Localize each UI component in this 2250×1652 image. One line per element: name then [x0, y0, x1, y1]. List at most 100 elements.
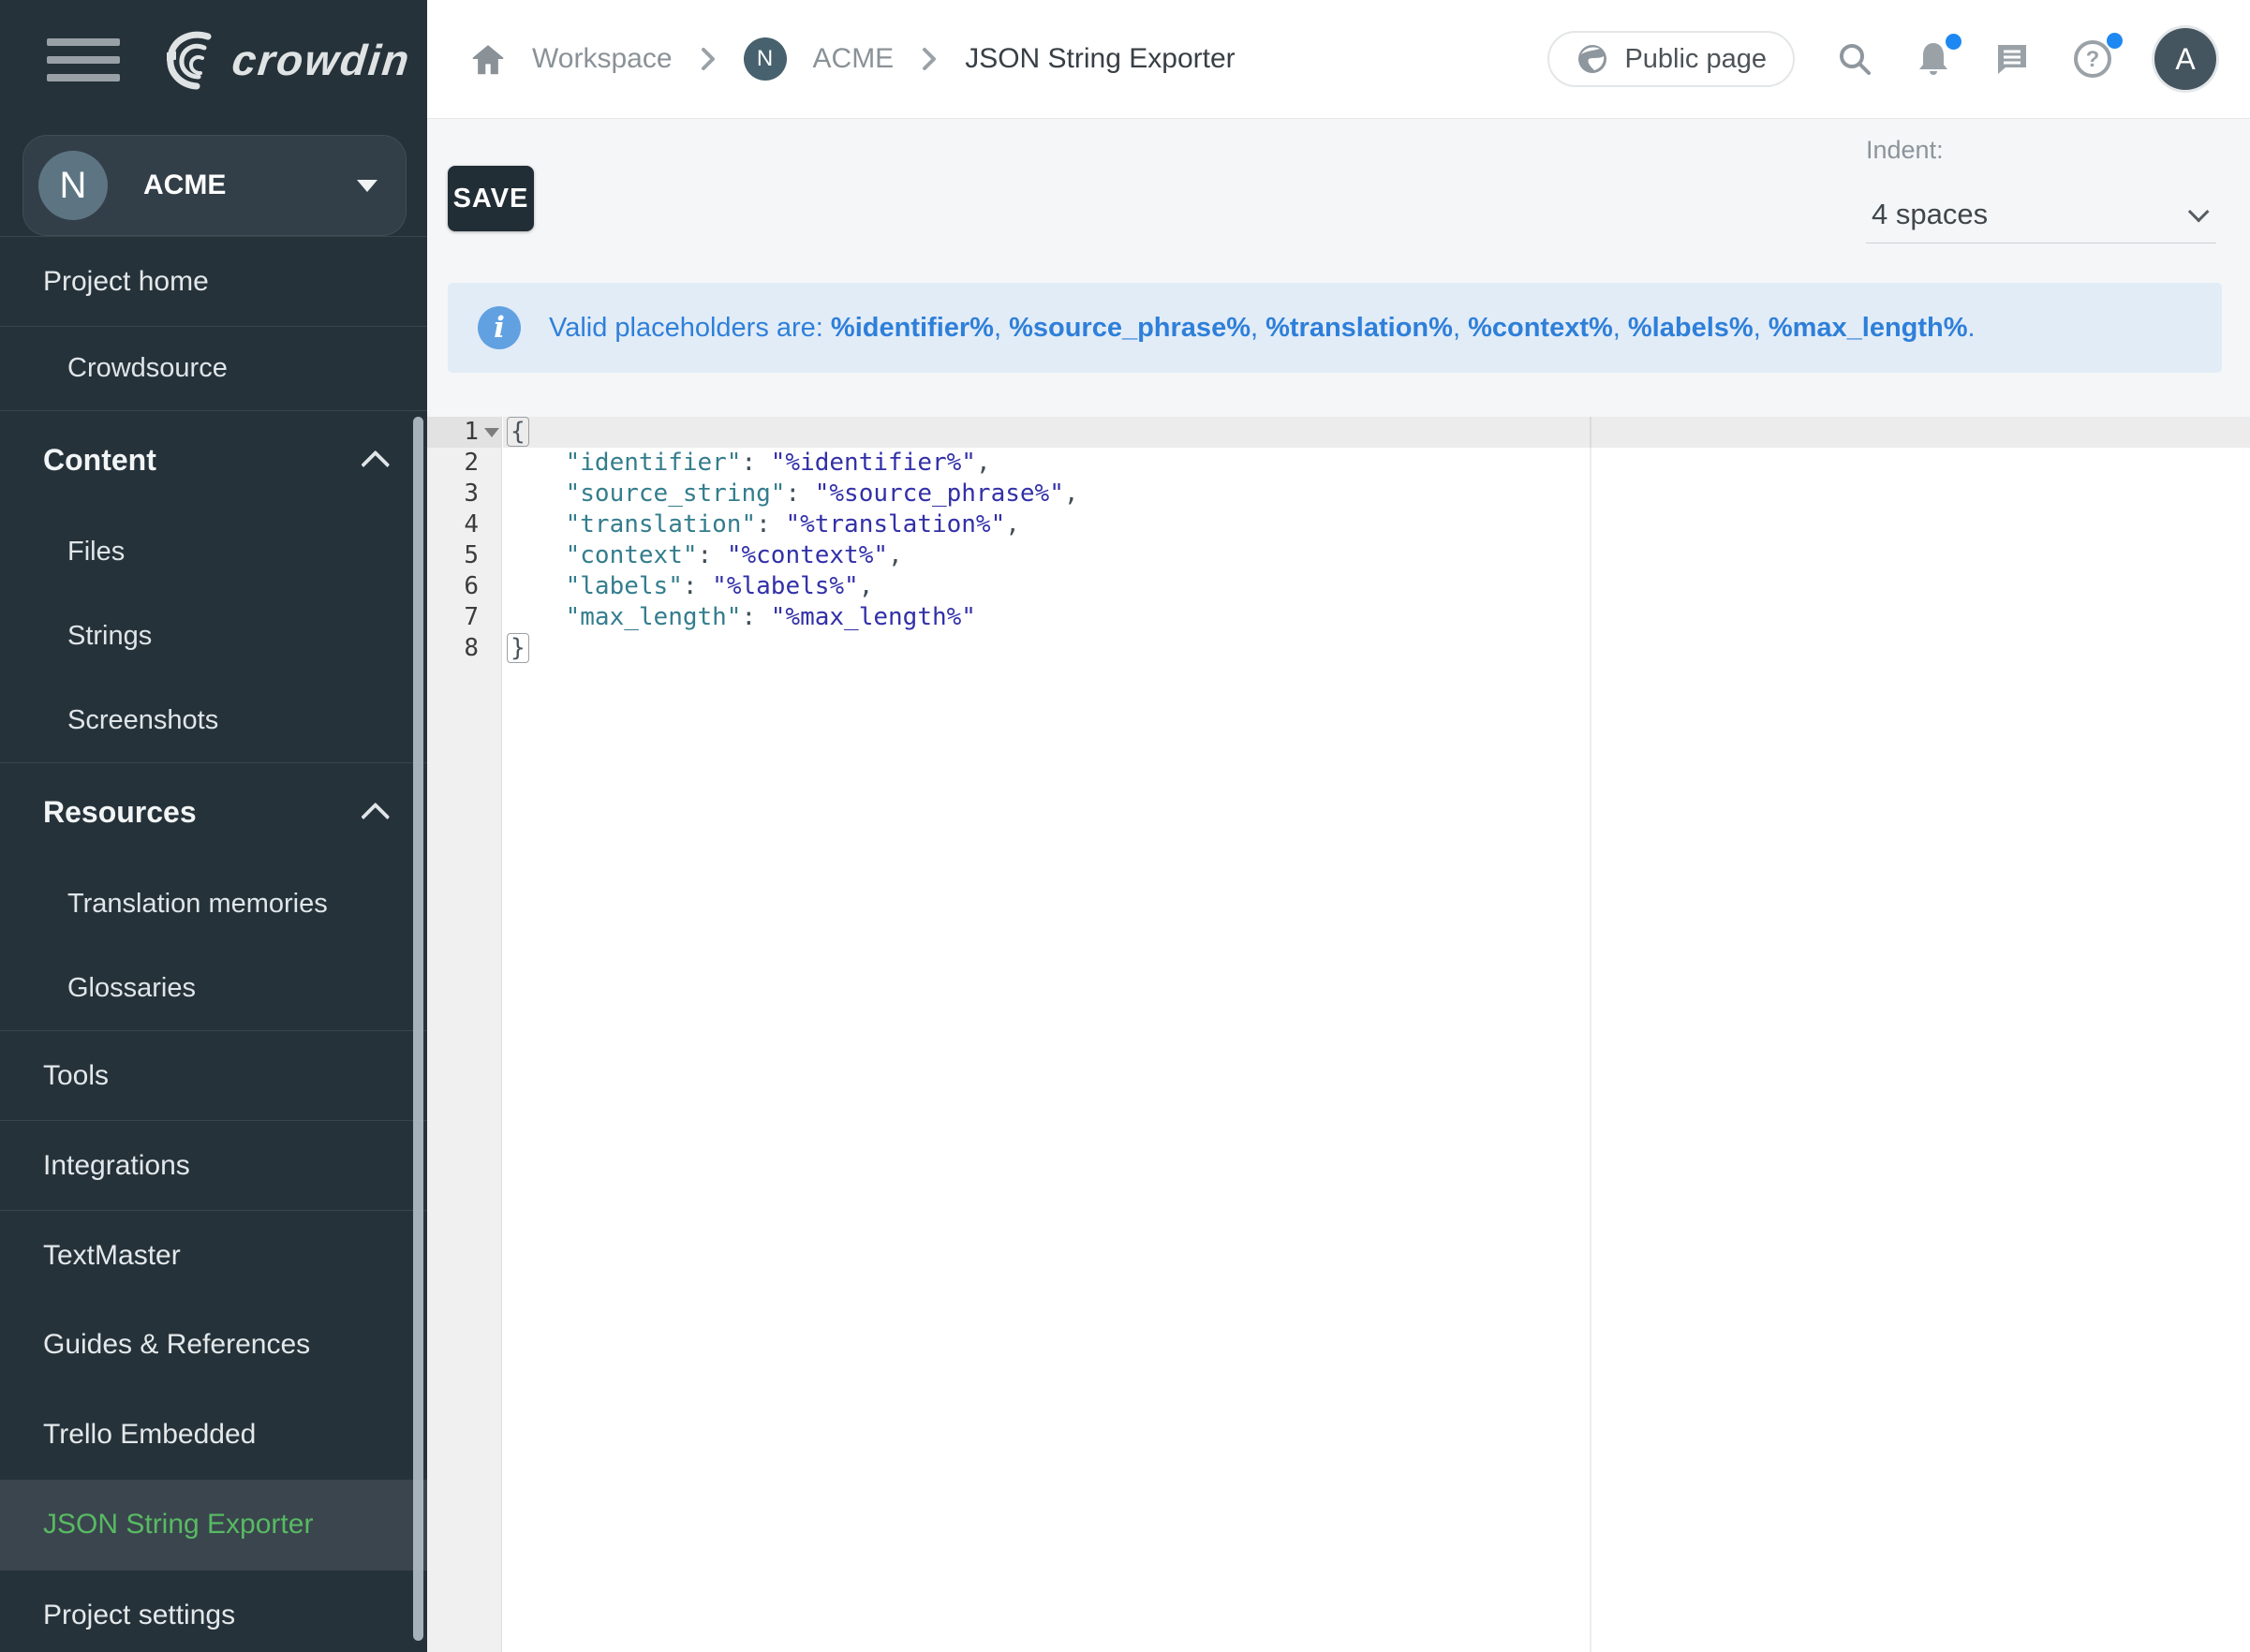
fold-caret-icon[interactable]	[484, 428, 499, 437]
save-button[interactable]: SAVE	[448, 166, 534, 231]
sidebar-item-resources[interactable]: Resources	[0, 762, 427, 862]
code-token-brace: {	[507, 417, 529, 447]
code-token-val: "%labels%"	[712, 572, 859, 600]
code-line[interactable]: "labels": "%labels%",	[503, 571, 2250, 602]
sidebar-item-label: Project settings	[43, 1600, 235, 1631]
public-page-button[interactable]: Public page	[1547, 31, 1795, 87]
code-token-pun: ,	[1005, 510, 1020, 538]
globe-icon	[1576, 42, 1609, 76]
sidebar-item-translation-memories[interactable]: Translation memories	[0, 862, 427, 946]
placeholder-token: %source_phrase%	[1009, 313, 1251, 343]
code-token-brace: }	[507, 633, 529, 663]
page-content: SAVE Indent: 4 spaces i Valid placeholde…	[427, 119, 2250, 1652]
sidebar-item-crowdsource[interactable]: Crowdsource	[0, 326, 427, 410]
sidebar-item-trello-embedded[interactable]: Trello Embedded	[0, 1390, 427, 1480]
gutter-line-number: 2	[427, 448, 501, 479]
sidebar-item-json-string-exporter[interactable]: JSON String Exporter	[0, 1480, 427, 1570]
sidebar-item-label: Translation memories	[67, 889, 328, 920]
sidebar-item-strings[interactable]: Strings	[0, 594, 427, 678]
main-area: Workspace N ACME JSON String Exporter	[427, 0, 2250, 1652]
sidebar-item-tools[interactable]: Tools	[0, 1030, 427, 1120]
code-line[interactable]: "identifier": "%identifier%",	[503, 448, 2250, 479]
project-selector[interactable]: N ACME	[22, 135, 407, 236]
chevron-up-icon	[361, 450, 390, 479]
code-token-pun: :	[756, 510, 785, 538]
sidebar-item-label: Files	[67, 537, 125, 568]
breadcrumb-project-badge: N	[744, 37, 787, 81]
code-editor[interactable]: 12345678 { "identifier": "%identifier%",…	[427, 417, 2250, 1652]
sidebar-item-label: Screenshots	[67, 705, 218, 736]
code-token-pun: :	[698, 541, 727, 569]
sidebar-item-textmaster[interactable]: TextMaster	[0, 1210, 427, 1300]
code-token-pun	[507, 510, 566, 538]
code-token-key: "source_string"	[566, 479, 786, 508]
code-token-pun	[507, 479, 566, 508]
placeholder-token: %translation%	[1266, 313, 1453, 343]
code-token-pun: :	[741, 449, 770, 477]
sidebar-item-label: TextMaster	[43, 1240, 181, 1272]
gutter-line-number: 7	[427, 602, 501, 633]
breadcrumb-workspace[interactable]: Workspace	[532, 43, 673, 75]
user-avatar[interactable]: A	[2154, 28, 2216, 90]
gutter-line-number: 6	[427, 571, 501, 602]
project-name: ACME	[143, 170, 357, 201]
chevron-right-icon	[920, 44, 939, 74]
code-token-pun	[507, 541, 566, 569]
messages-icon[interactable]	[1993, 40, 2031, 78]
indent-select[interactable]: 4 spaces	[1866, 185, 2216, 243]
notifications-bell-icon[interactable]	[1915, 39, 1952, 79]
sidebar-item-label: Content	[43, 443, 156, 478]
sidebar-item-screenshots[interactable]: Screenshots	[0, 678, 427, 762]
code-token-pun: :	[683, 572, 712, 600]
code-line[interactable]: "translation": "%translation%",	[503, 509, 2250, 540]
notification-dot	[1946, 34, 1961, 50]
top-bar: Workspace N ACME JSON String Exporter	[427, 0, 2250, 119]
placeholder-token: %max_length%	[1769, 313, 1968, 343]
info-icon: i	[478, 306, 521, 349]
sidebar-item-label: Project home	[43, 266, 209, 298]
chevron-down-icon	[2188, 200, 2210, 222]
banner-text: Valid placeholders are: %identifier%, %s…	[549, 313, 1976, 344]
sidebar-item-project-home[interactable]: Project home	[0, 236, 427, 326]
code-token-pun	[507, 572, 566, 600]
gutter-line-number: 4	[427, 509, 501, 540]
placeholder-token: %labels%	[1628, 313, 1754, 343]
code-token-pun: ,	[888, 541, 903, 569]
sidebar-scrollbar[interactable]	[413, 417, 423, 1641]
sidebar-item-guides-references[interactable]: Guides & References	[0, 1300, 427, 1390]
sidebar-item-label: Strings	[67, 621, 152, 652]
code-token-pun	[507, 603, 566, 631]
code-token-pun: ,	[1064, 479, 1079, 508]
editor-code[interactable]: { "identifier": "%identifier%", "source_…	[503, 417, 2250, 1652]
sidebar-item-label: Guides & References	[43, 1329, 310, 1361]
code-line[interactable]: "context": "%context%",	[503, 540, 2250, 571]
sidebar-item-content[interactable]: Content	[0, 410, 427, 509]
code-line[interactable]: "source_string": "%source_phrase%",	[503, 479, 2250, 509]
code-line[interactable]: "max_length": "%max_length%"	[503, 602, 2250, 633]
sidebar-item-label: Integrations	[43, 1150, 190, 1182]
sidebar-item-project-settings[interactable]: Project settings	[0, 1570, 427, 1652]
sidebar-nav: Project home Crowdsource Content Files Strin…	[0, 236, 427, 1652]
sidebar-item-label: Tools	[43, 1060, 109, 1092]
indent-control: Indent: 4 spaces	[1866, 136, 2216, 243]
sidebar-item-files[interactable]: Files	[0, 509, 427, 594]
home-icon[interactable]	[470, 42, 506, 76]
sidebar-item-label: Resources	[43, 795, 197, 830]
code-token-pun: ,	[976, 449, 991, 477]
search-icon[interactable]	[1836, 40, 1873, 78]
code-line[interactable]: }	[503, 633, 2250, 664]
placeholder-token: %context%	[1468, 313, 1613, 343]
breadcrumb-current-page: JSON String Exporter	[965, 43, 1235, 75]
info-banner: i Valid placeholders are: %identifier%, …	[448, 283, 2222, 373]
help-icon[interactable]: ?	[2072, 38, 2113, 80]
hamburger-menu-icon[interactable]	[47, 38, 120, 81]
sidebar-item-label: JSON String Exporter	[43, 1509, 313, 1541]
sidebar-item-label: Glossaries	[67, 973, 196, 1004]
breadcrumb-project[interactable]: ACME	[813, 43, 895, 75]
sidebar-item-integrations[interactable]: Integrations	[0, 1120, 427, 1210]
placeholder-token: %identifier%	[831, 313, 994, 343]
sidebar-item-glossaries[interactable]: Glossaries	[0, 946, 427, 1030]
crowdin-logo[interactable]: crowdin	[161, 29, 410, 91]
breadcrumb: Workspace N ACME JSON String Exporter	[470, 37, 1236, 81]
code-line[interactable]: {	[503, 417, 2250, 448]
